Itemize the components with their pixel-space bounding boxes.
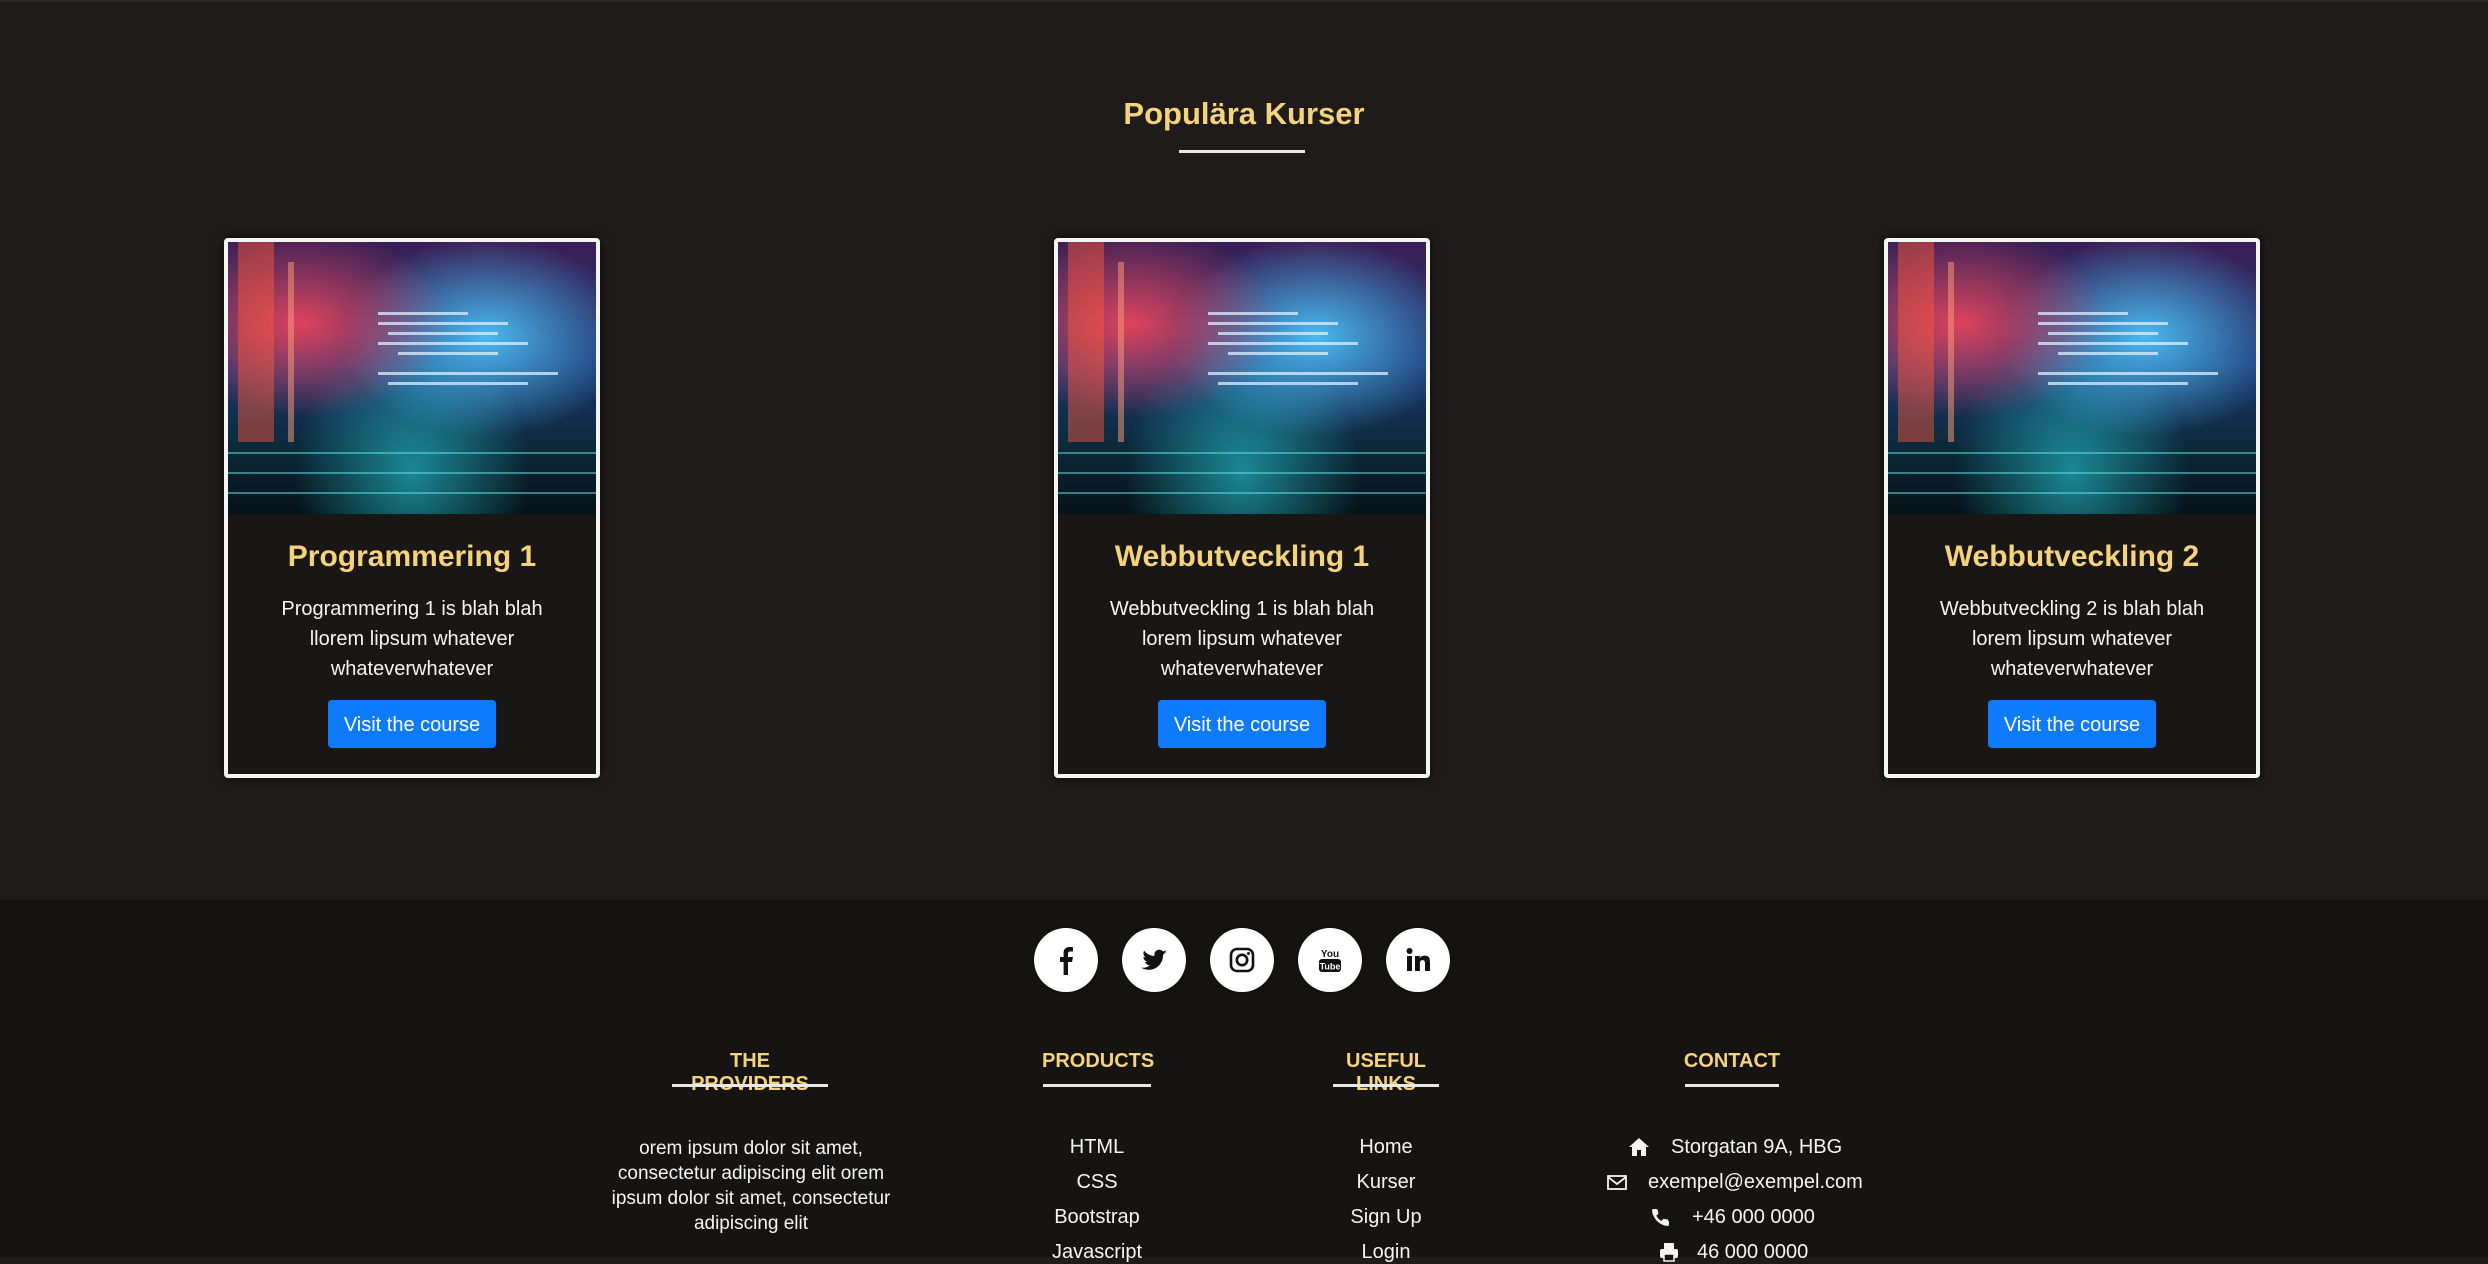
useful-link-sign-up[interactable]: Sign Up <box>1310 1206 1462 1229</box>
course-card-webbutveckling-1: Webbutveckling 1 Webbutveckling 1 is bla… <box>1054 238 1430 778</box>
course-description-line: whateverwhatever <box>330 658 494 680</box>
heading-underline <box>1179 150 1305 153</box>
course-description-line: Programmering 1 is blah blah <box>281 598 543 620</box>
linkedin-icon <box>1406 948 1430 971</box>
providers-line: consectetur adipiscing elit orem <box>617 1163 885 1184</box>
course-description-line: whateverwhatever <box>1160 658 1324 680</box>
course-title: Webbutveckling 2 <box>1944 540 2200 573</box>
phone-icon <box>1651 1209 1669 1227</box>
home-icon <box>1629 1138 1649 1156</box>
twitter-link[interactable] <box>1122 928 1186 992</box>
course-card-programmering-1: Programmering 1 Programmering 1 is blah … <box>224 238 600 778</box>
providers-line: adipiscing elit <box>693 1213 809 1234</box>
contact-address: Storgatan 9A, HBG <box>1671 1136 1843 1158</box>
instagram-icon <box>1229 947 1255 973</box>
course-description-line: Webbutveckling 1 is blah blah <box>1109 598 1375 620</box>
providers-title: THE PROVIDERS <box>691 1050 809 1095</box>
useful-links-title: USEFUL LINKS <box>1346 1050 1426 1095</box>
product-link-html[interactable]: HTML <box>1020 1136 1174 1159</box>
contact-fax: 46 000 0000 <box>1697 1241 1809 1263</box>
facebook-icon <box>1060 947 1073 975</box>
course-image <box>228 242 596 514</box>
providers-line: ipsum dolor sit amet, consectetur <box>611 1188 891 1209</box>
products-title: PRODUCTS <box>1042 1050 1155 1072</box>
course-image <box>1888 242 2256 514</box>
course-description-line: lorem lipsum whatever <box>1971 628 2173 650</box>
providers-underline <box>672 1084 828 1087</box>
course-title: Webbutveckling 1 <box>1114 540 1370 573</box>
linkedin-link[interactable] <box>1386 928 1450 992</box>
course-description-line: whateverwhatever <box>1990 658 2154 680</box>
providers-description: orem ipsum dolor sit amet, consectetur a… <box>592 1136 910 1236</box>
providers-line: orem ipsum dolor sit amet, <box>639 1138 863 1159</box>
envelope-icon <box>1607 1175 1627 1190</box>
course-description: Webbutveckling 1 is blah blah lorem lips… <box>1102 594 1382 684</box>
contact-phone: +46 000 0000 <box>1692 1206 1815 1228</box>
course-card-webbutveckling-2: Webbutveckling 2 Webbutveckling 2 is bla… <box>1884 238 2260 778</box>
twitter-icon <box>1141 949 1167 970</box>
facebook-link[interactable] <box>1034 928 1098 992</box>
visit-course-button[interactable]: Visit the course <box>1158 700 1326 748</box>
product-link-javascript[interactable]: Javascript <box>1020 1241 1174 1264</box>
course-description-line: lorem lipsum whatever <box>1141 628 1343 650</box>
useful-link-kurser[interactable]: Kurser <box>1310 1171 1462 1194</box>
svg-text:You: You <box>1321 949 1339 960</box>
useful-link-home[interactable]: Home <box>1310 1136 1462 1159</box>
instagram-link[interactable] <box>1210 928 1274 992</box>
youtube-icon: You Tube <box>1319 949 1341 972</box>
course-description-line: llorem lipsum whatever <box>309 628 515 650</box>
course-description: Programmering 1 is blah blah llorem lips… <box>272 594 552 684</box>
contact-title: CONTACT <box>1683 1050 1781 1072</box>
visit-course-button[interactable]: Visit the course <box>328 700 496 748</box>
youtube-link[interactable]: You Tube <box>1298 928 1362 992</box>
print-icon <box>1660 1243 1678 1262</box>
product-link-bootstrap[interactable]: Bootstrap <box>1020 1206 1174 1229</box>
contact-email[interactable]: exempel@exempel.com <box>1648 1171 1863 1194</box>
svg-text:Tube: Tube <box>1320 962 1341 972</box>
course-title: Programmering 1 <box>287 540 537 573</box>
visit-course-button[interactable]: Visit the course <box>1988 700 2156 748</box>
course-image <box>1058 242 1426 514</box>
course-description: Webbutveckling 2 is blah blah lorem lips… <box>1932 594 2212 684</box>
useful-links-underline <box>1333 1084 1439 1087</box>
contact-underline <box>1685 1084 1779 1087</box>
course-description-line: Webbutveckling 2 is blah blah <box>1939 598 2205 620</box>
products-underline <box>1043 1084 1151 1087</box>
useful-link-login[interactable]: Login <box>1310 1241 1462 1264</box>
product-link-css[interactable]: CSS <box>1020 1171 1174 1194</box>
section-heading: Populära Kurser <box>1123 96 1365 131</box>
